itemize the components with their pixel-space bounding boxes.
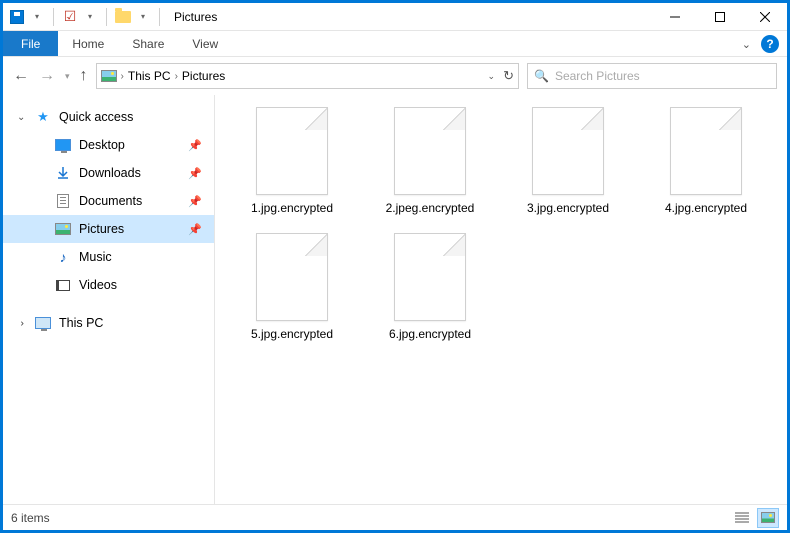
sidebar-item-quick-access[interactable]: ⌄ ★ Quick access <box>3 103 214 131</box>
quick-access-toolbar: ▾ ☑ ▾ ▾ Pictures <box>3 8 217 26</box>
file-tab[interactable]: File <box>3 31 58 56</box>
forward-button[interactable]: → <box>39 67 55 85</box>
this-pc-icon <box>35 315 51 331</box>
file-icon <box>256 233 328 321</box>
minimize-button[interactable] <box>652 3 697 31</box>
sidebar-item-label: Desktop <box>79 138 125 152</box>
desktop-icon <box>55 137 71 153</box>
folder-icon[interactable] <box>115 9 131 25</box>
sidebar-item-label: This PC <box>59 316 103 330</box>
document-icon <box>55 193 71 209</box>
video-icon <box>55 277 71 293</box>
tab-home[interactable]: Home <box>58 31 118 56</box>
file-list[interactable]: 1.jpg.encrypted 2.jpeg.encrypted 3.jpg.enc… <box>215 95 787 504</box>
file-item[interactable]: 6.jpg.encrypted <box>365 233 495 341</box>
app-icon <box>9 9 25 25</box>
pin-icon: 📌 <box>188 223 202 236</box>
sidebar-item-label: Documents <box>79 194 142 208</box>
file-icon <box>394 107 466 195</box>
nav-arrows: ← → ▾ ↑ <box>13 67 88 85</box>
pin-icon: 📌 <box>188 139 202 152</box>
recent-locations-button[interactable]: ▾ <box>65 71 70 82</box>
chevron-right-icon[interactable]: › <box>121 71 124 82</box>
search-icon: 🔍 <box>534 69 549 83</box>
star-icon: ★ <box>35 109 51 125</box>
file-item[interactable]: 5.jpg.encrypted <box>227 233 357 341</box>
chevron-down-icon[interactable]: ▾ <box>135 9 151 25</box>
refresh-button[interactable]: ↻ <box>503 68 514 84</box>
item-count: 6 items <box>11 511 50 525</box>
explorer-window: ▾ ☑ ▾ ▾ Pictures File Home Share View ⌄ … <box>3 3 787 530</box>
maximize-button[interactable] <box>697 3 742 31</box>
file-name-label: 2.jpeg.encrypted <box>386 201 475 215</box>
large-icons-view-button[interactable] <box>757 508 779 528</box>
help-icon[interactable]: ? <box>761 35 779 53</box>
pictures-icon <box>55 221 71 237</box>
sidebar-item-desktop[interactable]: Desktop 📌 <box>3 131 214 159</box>
details-view-button[interactable] <box>731 508 753 528</box>
navigation-pane: ⌄ ★ Quick access Desktop 📌 Downloads 📌 D… <box>3 95 215 504</box>
explorer-body: ⌄ ★ Quick access Desktop 📌 Downloads 📌 D… <box>3 95 787 504</box>
file-icon <box>532 107 604 195</box>
breadcrumb[interactable]: Pictures <box>182 69 225 83</box>
pin-icon: 📌 <box>188 167 202 180</box>
file-name-label: 1.jpg.encrypted <box>251 201 333 215</box>
chevron-right-icon[interactable]: › <box>175 71 178 82</box>
file-icon <box>394 233 466 321</box>
close-button[interactable] <box>742 3 787 31</box>
sidebar-item-documents[interactable]: Documents 📌 <box>3 187 214 215</box>
file-name-label: 5.jpg.encrypted <box>251 327 333 341</box>
file-item[interactable]: 2.jpeg.encrypted <box>365 107 495 215</box>
expand-caret-icon[interactable]: ⌄ <box>17 112 25 123</box>
properties-icon[interactable]: ☑ <box>62 9 78 25</box>
navigation-bar: ← → ▾ ↑ › This PC › Pictures ⌄ ↻ 🔍 <box>3 57 787 95</box>
file-item[interactable]: 4.jpg.encrypted <box>641 107 771 215</box>
sidebar-item-label: Music <box>79 250 112 264</box>
sidebar-item-this-pc[interactable]: ⌄ This PC <box>3 309 214 337</box>
sidebar-item-label: Videos <box>79 278 117 292</box>
back-button[interactable]: ← <box>13 67 29 85</box>
expand-ribbon-icon[interactable]: ⌄ <box>742 38 751 51</box>
window-title: Pictures <box>174 10 217 24</box>
breadcrumb[interactable]: This PC <box>128 69 171 83</box>
search-input[interactable] <box>555 69 770 83</box>
title-bar: ▾ ☑ ▾ ▾ Pictures <box>3 3 787 31</box>
sidebar-item-label: Downloads <box>79 166 141 180</box>
tab-share[interactable]: Share <box>118 31 178 56</box>
status-bar: 6 items <box>3 504 787 530</box>
file-item[interactable]: 3.jpg.encrypted <box>503 107 633 215</box>
file-name-label: 6.jpg.encrypted <box>389 327 471 341</box>
file-name-label: 4.jpg.encrypted <box>665 201 747 215</box>
file-name-label: 3.jpg.encrypted <box>527 201 609 215</box>
sidebar-item-music[interactable]: ♪ Music <box>3 243 214 271</box>
sidebar-item-pictures[interactable]: Pictures 📌 <box>3 215 214 243</box>
ribbon: File Home Share View ⌄ ? <box>3 31 787 57</box>
expand-caret-icon[interactable]: ⌄ <box>16 319 27 327</box>
download-icon <box>55 165 71 181</box>
tab-view[interactable]: View <box>178 31 232 56</box>
window-controls <box>652 3 787 31</box>
chevron-down-icon[interactable]: ▾ <box>82 9 98 25</box>
file-icon <box>670 107 742 195</box>
sidebar-item-label: Pictures <box>79 222 124 236</box>
address-dropdown-icon[interactable]: ⌄ <box>488 71 496 82</box>
search-box[interactable]: 🔍 <box>527 63 777 89</box>
sidebar-item-videos[interactable]: Videos <box>3 271 214 299</box>
location-icon <box>101 68 117 84</box>
file-icon <box>256 107 328 195</box>
sidebar-item-label: Quick access <box>59 110 133 124</box>
file-item[interactable]: 1.jpg.encrypted <box>227 107 357 215</box>
pin-icon: 📌 <box>188 195 202 208</box>
address-bar[interactable]: › This PC › Pictures ⌄ ↻ <box>96 63 519 89</box>
up-button[interactable]: ↑ <box>80 67 88 85</box>
chevron-down-icon[interactable]: ▾ <box>29 9 45 25</box>
music-icon: ♪ <box>55 249 71 265</box>
sidebar-item-downloads[interactable]: Downloads 📌 <box>3 159 214 187</box>
